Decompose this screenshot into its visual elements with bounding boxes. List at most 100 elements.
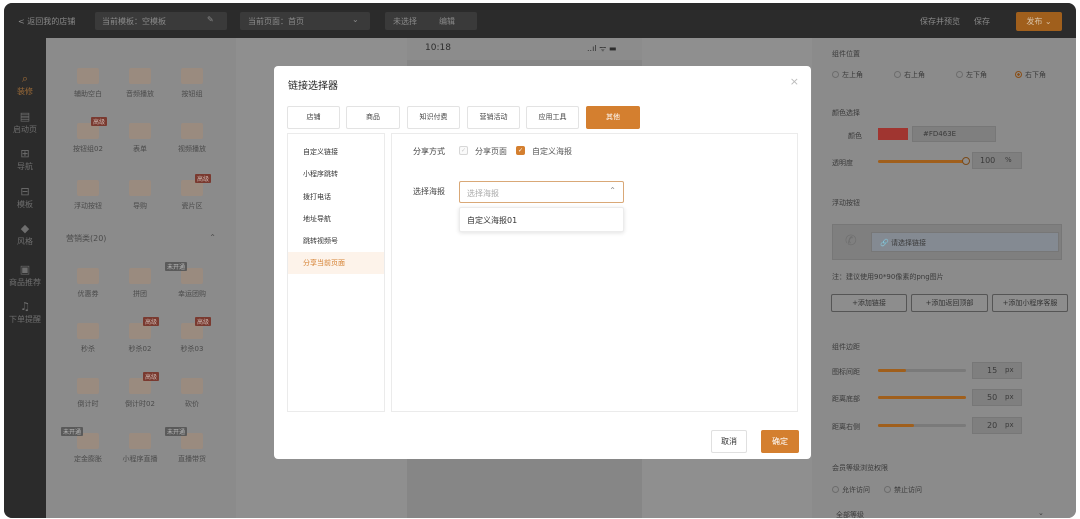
comp-lucky-group[interactable]: 未开通 幸运团购: [165, 262, 219, 299]
nav-label: 装修: [17, 87, 33, 96]
nav-item-reminder[interactable]: ♫ 下单提醒: [4, 301, 46, 325]
position-option-tl[interactable]: 左上角: [832, 70, 863, 80]
style-icon: ◆: [20, 222, 30, 235]
edit-link[interactable]: 编辑: [439, 16, 455, 27]
app-window: < 返回我的店铺 当前模板：空模板 ✎ 当前页面：首页 ⌄ 未选择 编辑 保存并…: [4, 3, 1076, 518]
top-bar: < 返回我的店铺 当前模板：空模板 ✎ 当前页面：首页 ⌄ 未选择 编辑 保存并…: [4, 3, 1076, 38]
save-button[interactable]: 保存: [974, 16, 990, 27]
close-icon[interactable]: ×: [790, 75, 799, 88]
color-swatch[interactable]: [878, 128, 908, 140]
not-enabled-badge: 未开通: [165, 427, 188, 436]
float-title: 浮动按钮: [832, 199, 860, 207]
tab-shop[interactable]: 店铺: [287, 106, 340, 129]
add-link-button[interactable]: +添加链接: [831, 294, 907, 312]
opacity-input[interactable]: 100%: [972, 152, 1022, 169]
comp-countdown[interactable]: 倒计时: [61, 378, 115, 409]
chevron-down-icon: ⌄: [352, 15, 359, 24]
list-item-map-nav[interactable]: 地址导航: [288, 208, 384, 230]
opacity-slider-handle[interactable]: [962, 157, 970, 165]
list-item-mini-program[interactable]: 小程序跳转: [288, 163, 384, 185]
selection-pill: 未选择 编辑: [385, 12, 477, 30]
save-preview-button[interactable]: 保存并预览: [920, 16, 960, 27]
chevron-up-icon: ⌃: [609, 186, 616, 195]
px-unit: px: [1005, 421, 1014, 429]
brush-icon: ⌕: [21, 72, 29, 85]
modal-title: 链接选择器: [288, 81, 338, 92]
px-unit: px: [1005, 366, 1014, 374]
comp-live[interactable]: 小程序直播: [113, 433, 167, 464]
share-page-checkbox[interactable]: ✓: [459, 146, 468, 155]
camera-icon: [129, 433, 151, 449]
icon-gap-label: 图标间距: [832, 368, 860, 376]
poster-select[interactable]: 选择海报 ⌃: [459, 181, 624, 203]
nav-item-decorate[interactable]: ⌕ 装修: [4, 73, 46, 97]
position-option-tr[interactable]: 右上角: [894, 70, 925, 80]
bottom-dist-value: 50: [987, 393, 998, 402]
nav-item-goods[interactable]: ▣ 商品推荐: [4, 264, 46, 288]
icon-gap-value: 15: [987, 366, 998, 375]
deny-option[interactable]: 禁止访问: [884, 485, 922, 495]
comp-flash-sale-02[interactable]: 高级 秒杀02: [113, 317, 167, 354]
position-option-bl[interactable]: 左下角: [956, 70, 987, 80]
comp-coupon[interactable]: 优惠券: [61, 268, 115, 299]
template-selector[interactable]: 当前模板：空模板 ✎: [95, 12, 227, 30]
right-dist-input[interactable]: 20 px: [972, 417, 1022, 434]
icon-gap-slider[interactable]: [878, 369, 906, 372]
opacity-slider[interactable]: [878, 160, 966, 163]
comp-countdown-02[interactable]: 高级 倒计时02: [113, 372, 167, 409]
cancel-button[interactable]: 取消: [711, 430, 747, 453]
confirm-button[interactable]: 确定: [761, 430, 799, 453]
tab-marketing[interactable]: 营销活动: [467, 106, 520, 129]
tab-knowledge[interactable]: 知识付费: [407, 106, 460, 129]
comp-deposit[interactable]: 未开通 定金膨胀: [61, 427, 115, 464]
phone-icon: ✆: [845, 233, 857, 249]
tab-goods[interactable]: 商品: [346, 106, 400, 129]
bottom-dist-slider[interactable]: [878, 396, 966, 399]
comp-group-buy[interactable]: 拼团: [113, 268, 167, 299]
comp-bargain[interactable]: 砍价: [165, 378, 219, 409]
publish-label: 发布: [1026, 17, 1043, 26]
publish-button[interactable]: 发布 ⌄: [1016, 12, 1062, 31]
list-item-share-page[interactable]: 分享当前页面: [288, 252, 384, 274]
list-item-custom-link[interactable]: 自定义链接: [288, 141, 384, 163]
custom-poster-checkbox[interactable]: ✓: [516, 146, 525, 155]
nav-item-navigation[interactable]: ⊞ 导航: [4, 148, 46, 172]
comp-flash-sale-03[interactable]: 高级 秒杀03: [165, 317, 219, 354]
px-unit: px: [1005, 393, 1014, 401]
list-item-video-channel[interactable]: 跳转视频号: [288, 230, 384, 252]
right-dist-value: 20: [987, 421, 998, 430]
link-select[interactable]: 🔗 请选择链接: [871, 232, 1059, 252]
level-select[interactable]: 全部等级: [836, 510, 864, 518]
nav-item-launch[interactable]: ▤ 启动页: [4, 111, 46, 135]
comp-flash-sale[interactable]: 秒杀: [61, 323, 115, 354]
right-dist-slider[interactable]: [878, 424, 914, 427]
page-selector[interactable]: 当前页面：首页 ⌄: [240, 12, 370, 30]
tab-tools[interactable]: 应用工具: [526, 106, 579, 129]
member-title: 会员等级浏览权限: [832, 464, 888, 472]
position-option-br[interactable]: 右下角: [1015, 70, 1046, 80]
icon-gap-input[interactable]: 15 px: [972, 362, 1022, 379]
tab-other[interactable]: 其他: [586, 106, 640, 129]
nav-item-style[interactable]: ◆ 风格: [4, 223, 46, 247]
link-type-list: 自定义链接 小程序跳转 拨打电话 地址导航 跳转视频号 分享当前页面: [287, 133, 385, 412]
edit-pencil-icon[interactable]: ✎: [207, 15, 214, 24]
color-hex-input[interactable]: #FD463E: [912, 126, 996, 142]
nav-label: 商品推荐: [9, 278, 41, 287]
poster-option[interactable]: 自定义海报01: [467, 215, 517, 226]
grid-icon: ⊞: [20, 147, 30, 160]
premium-badge: 高级: [143, 317, 160, 326]
phone-status-bar: 10:18 ..ıl ᯤ ▬: [407, 38, 642, 60]
list-item-call[interactable]: 拨打电话: [288, 186, 384, 208]
color-label: 颜色: [848, 132, 862, 140]
goods-icon: ▣: [19, 263, 31, 276]
nav-label: 模板: [17, 200, 33, 209]
allow-option[interactable]: 允许访问: [832, 485, 870, 495]
nav-item-template[interactable]: ⊟ 模板: [4, 186, 46, 210]
launch-icon: ▤: [19, 110, 31, 123]
bottom-dist-input[interactable]: 50 px: [972, 389, 1022, 406]
add-service-button[interactable]: +添加小程序客服: [992, 294, 1068, 312]
back-link[interactable]: < 返回我的店铺: [18, 16, 75, 27]
comp-live-sales[interactable]: 未开通 直播带货: [165, 427, 219, 464]
add-back-top-button[interactable]: +添加返回顶部: [911, 294, 988, 312]
template-icon: ⊟: [20, 185, 30, 198]
